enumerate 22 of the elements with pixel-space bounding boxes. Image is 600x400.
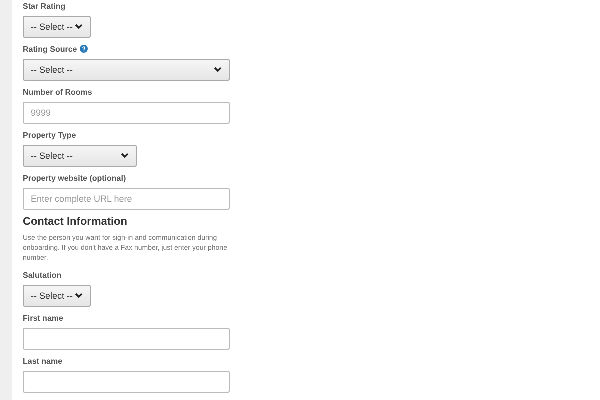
section-heading: Contact Information: [23, 216, 128, 228]
field-label: Property website (optional): [23, 174, 126, 182]
field-label: Property Type: [23, 130, 76, 140]
field-label: Last name: [23, 356, 63, 366]
select-dropdown[interactable]: -- Select --: [23, 59, 230, 81]
field-label: Rating Source: [23, 44, 78, 54]
field-label: Star Rating: [23, 2, 66, 10]
text-field[interactable]: Enter complete URL here: [23, 188, 230, 210]
chevron-icon: [75, 293, 83, 299]
chevron-icon: [214, 67, 222, 73]
select-dropdown[interactable]: -- Select --: [23, 16, 91, 38]
field-label: Salutation: [23, 270, 62, 280]
text-field[interactable]: 9999: [23, 102, 230, 124]
help-icon[interactable]: [80, 45, 88, 53]
field-label: Number of Rooms: [23, 88, 92, 96]
text-field[interactable]: [23, 328, 230, 350]
chevron-icon: [75, 24, 83, 30]
select-dropdown[interactable]: -- Select --: [23, 145, 137, 167]
select-dropdown[interactable]: -- Select --: [23, 285, 91, 307]
field-label: First name: [23, 314, 64, 322]
chevron-icon: [121, 153, 129, 159]
text-field[interactable]: [23, 371, 230, 393]
